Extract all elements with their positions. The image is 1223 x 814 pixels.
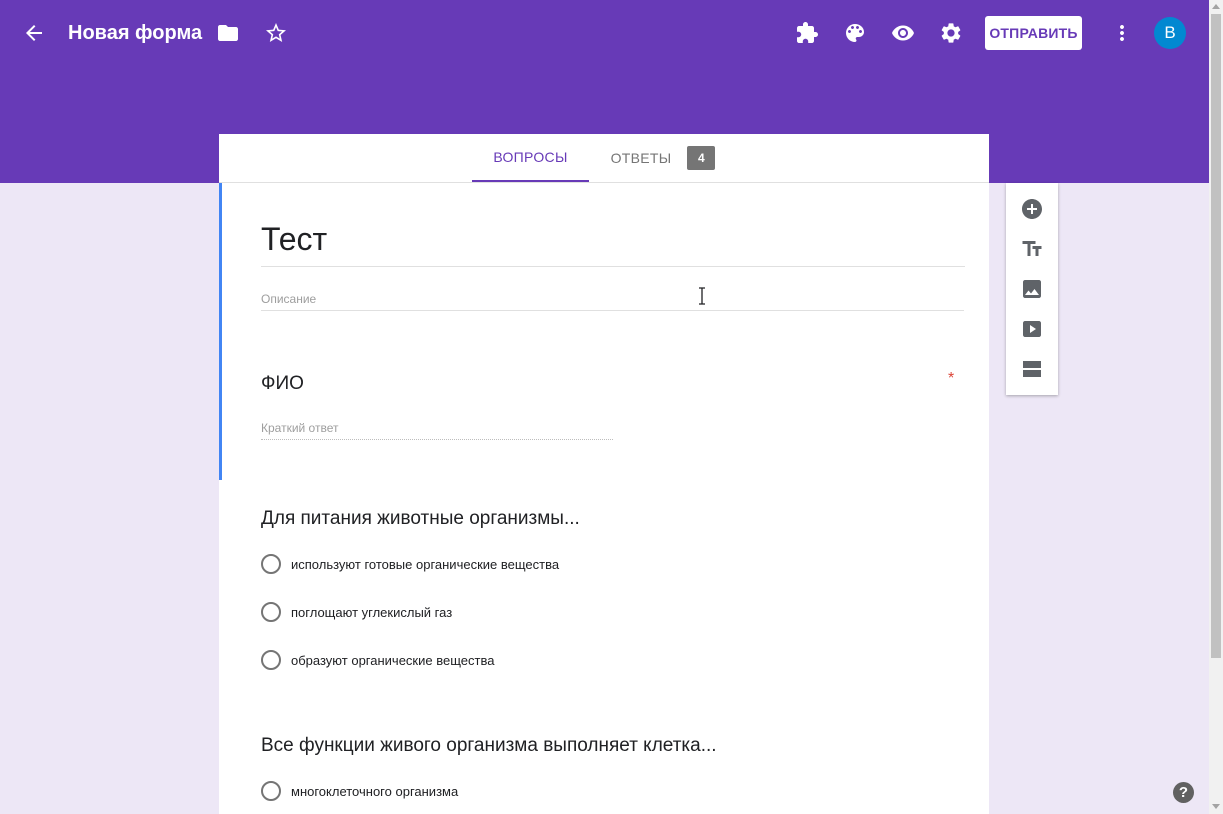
palette-icon[interactable] [835, 13, 875, 53]
option-label: поглощают углекислый газ [291, 604, 453, 620]
question-toolbar [1006, 183, 1058, 395]
option-label: многоклеточного организма [291, 783, 459, 799]
description-underline [261, 310, 964, 311]
avatar[interactable]: В [1154, 17, 1186, 49]
addon-puzzle-icon[interactable] [787, 13, 827, 53]
required-mark: * [948, 370, 955, 387]
radio-button[interactable] [261, 554, 281, 574]
focus-indicator [219, 183, 222, 480]
eye-preview-icon[interactable] [883, 13, 923, 53]
title-underline [261, 266, 965, 267]
video-icon[interactable] [1016, 313, 1048, 345]
image-icon[interactable] [1016, 273, 1048, 305]
folder-icon[interactable] [208, 13, 248, 53]
option-label: образуют органические вещества [291, 652, 495, 668]
form-name[interactable]: Новая форма [68, 22, 202, 45]
scroll-up-icon[interactable] [1212, 4, 1220, 9]
radio-button[interactable] [261, 781, 281, 801]
question-title[interactable]: ФИО [261, 373, 304, 395]
description-field[interactable]: Описание [261, 292, 316, 306]
section-icon[interactable] [1016, 353, 1048, 385]
tab-questions-label: ВОПРОСЫ [493, 149, 568, 165]
list-item[interactable]: поглощают углекислый газ [261, 602, 452, 622]
form-title-field[interactable]: Тест [261, 221, 327, 258]
short-answer-underline [261, 439, 613, 440]
star-icon[interactable] [256, 13, 296, 53]
back-arrow-icon[interactable] [14, 13, 54, 53]
radio-button[interactable] [261, 650, 281, 670]
text-cursor-icon [699, 287, 705, 305]
list-item[interactable]: образуют органические вещества [261, 650, 494, 670]
answers-count-badge: 4 [687, 146, 716, 170]
list-item[interactable]: многоклеточного организма [261, 781, 458, 801]
scrollbar[interactable] [1209, 0, 1223, 814]
option-label: используют готовые органические вещества [291, 556, 560, 572]
short-answer-placeholder: Краткий ответ [261, 421, 339, 435]
form-card: Тест Описание ФИО * Краткий ответ Для пи… [219, 183, 989, 814]
title-text-icon[interactable] [1016, 233, 1048, 265]
question-title[interactable]: Все функции живого организма выполняет к… [261, 735, 717, 757]
add-circle-icon[interactable] [1016, 193, 1048, 225]
scroll-thumb[interactable] [1211, 14, 1221, 658]
send-button[interactable]: ОТПРАВИТЬ [985, 16, 1082, 50]
gear-icon[interactable] [931, 13, 971, 53]
tab-bar: ВОПРОСЫ ОТВЕТЫ 4 [219, 134, 989, 183]
tab-answers[interactable]: ОТВЕТЫ 4 [589, 134, 737, 182]
help-icon[interactable]: ? [1173, 782, 1194, 803]
radio-button[interactable] [261, 602, 281, 622]
toolbar: Новая форма ОТПРАВИТЬ В [0, 0, 1209, 66]
question-title[interactable]: Для питания животные организмы... [261, 508, 580, 530]
tab-answers-label: ОТВЕТЫ [610, 150, 672, 166]
more-vert-icon[interactable] [1102, 13, 1142, 53]
list-item[interactable]: используют готовые органические вещества [261, 554, 559, 574]
scroll-down-icon[interactable] [1212, 804, 1220, 809]
tab-questions[interactable]: ВОПРОСЫ [472, 134, 589, 182]
